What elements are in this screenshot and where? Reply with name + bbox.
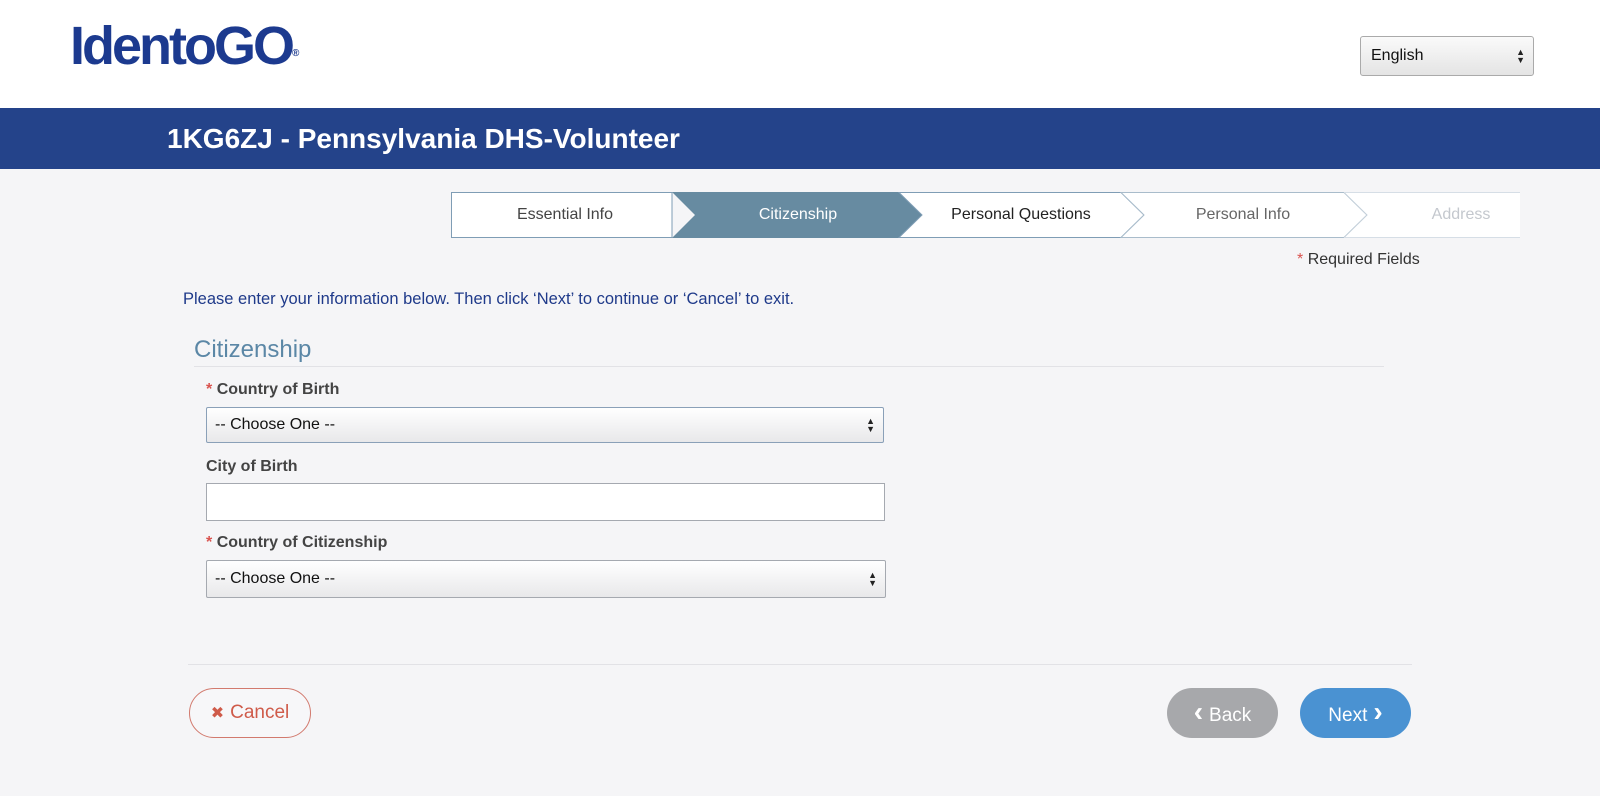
cancel-button[interactable]: ✖ Cancel xyxy=(189,688,311,738)
step-personal-info[interactable]: Personal Info xyxy=(1131,192,1355,238)
country-of-citizenship-label-text: Country of Citizenship xyxy=(216,534,388,551)
section-divider xyxy=(194,366,1384,367)
instructions-text: Please enter your information below. The… xyxy=(183,290,795,308)
title-bar: 1KG6ZJ - Pennsylvania DHS-Volunteer xyxy=(0,108,1600,169)
country-of-citizenship-value: -- Choose One -- xyxy=(215,570,336,587)
country-of-birth-select[interactable]: -- Choose One -- ▲ ▼ xyxy=(206,407,884,443)
chevron-left-icon: ‹ xyxy=(1193,696,1204,727)
city-of-birth-input[interactable] xyxy=(206,483,885,521)
back-button-label: Back xyxy=(1209,705,1252,726)
city-of-birth-label: City of Birth xyxy=(206,458,298,475)
country-of-birth-label: * Country of Birth xyxy=(206,381,339,399)
step-citizenship[interactable]: Citizenship xyxy=(684,192,912,238)
country-of-birth-label-text: Country of Birth xyxy=(216,381,340,398)
country-of-citizenship-select[interactable]: -- Choose One -- ▲ ▼ xyxy=(206,560,886,598)
next-button-label: Next xyxy=(1328,705,1368,726)
logo-text: IdentoGO xyxy=(70,16,295,76)
back-button[interactable]: ‹ Back xyxy=(1167,688,1278,738)
select-arrows-icon: ▲ ▼ xyxy=(868,570,877,588)
required-fields-note: * Required Fields xyxy=(1297,251,1420,269)
language-select[interactable]: English ▲ ▼ xyxy=(1360,36,1534,76)
section-title: Citizenship xyxy=(194,336,312,363)
language-selected-value: English xyxy=(1371,47,1424,64)
chevron-right-icon: › xyxy=(1373,696,1383,727)
required-star: * xyxy=(1297,251,1304,268)
select-arrows-icon: ▲ ▼ xyxy=(1516,47,1525,65)
step-address: Address xyxy=(1431,206,1491,223)
step-personal-questions[interactable]: Personal Questions xyxy=(909,192,1133,238)
country-of-birth-value: -- Choose One -- xyxy=(215,416,336,433)
close-icon: ✖ xyxy=(210,705,225,722)
required-star: * xyxy=(206,534,213,551)
required-star: * xyxy=(206,381,213,398)
identogo-logo[interactable]: IdentoGO® xyxy=(70,16,299,76)
required-fields-text: Required Fields xyxy=(1307,251,1420,268)
page-title: 1KG6ZJ - Pennsylvania DHS-Volunteer xyxy=(167,123,680,154)
footer-divider xyxy=(188,664,1412,665)
select-arrows-icon: ▲ ▼ xyxy=(866,416,875,434)
step-essential-info[interactable]: Essential Info xyxy=(451,192,679,238)
top-header: IdentoGO® English ▲ ▼ xyxy=(0,0,1600,108)
cancel-button-label: Cancel xyxy=(230,702,290,723)
progress-steps: Essential Info Citizenship Personal Ques… xyxy=(451,192,1520,238)
logo-registered-mark: ® xyxy=(291,48,300,59)
next-button[interactable]: Next › xyxy=(1300,688,1411,738)
country-of-citizenship-label: * Country of Citizenship xyxy=(206,534,387,552)
